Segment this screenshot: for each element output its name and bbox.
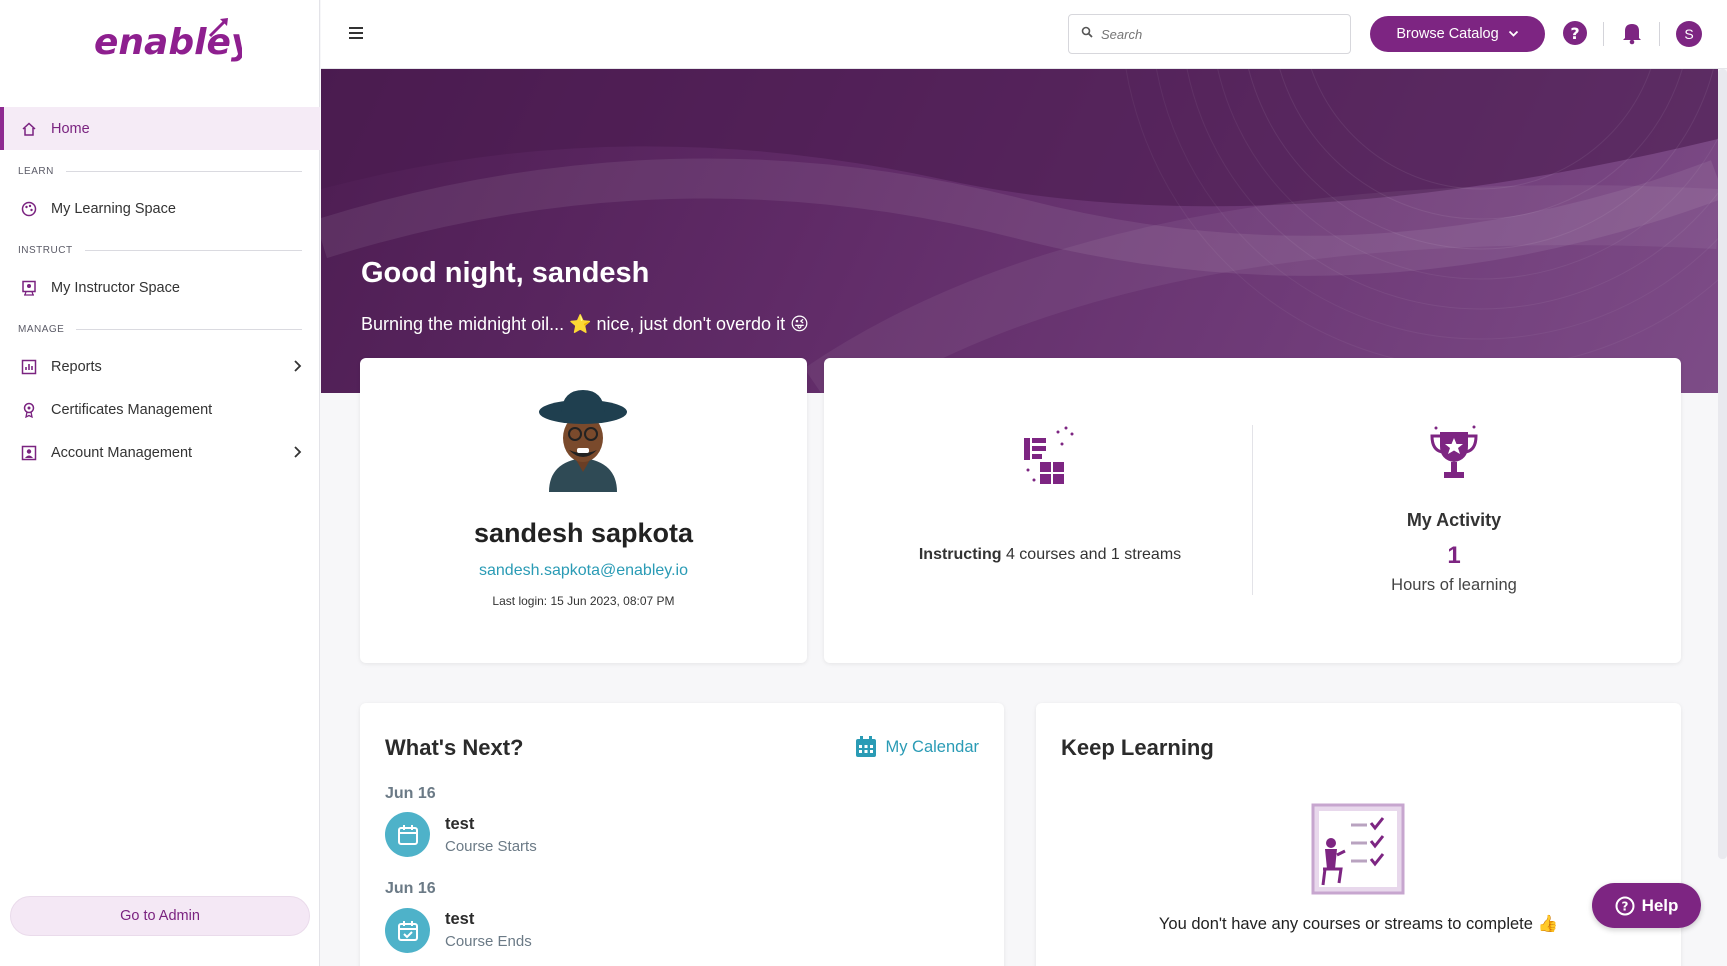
whats-next-card: What's Next? My Calendar Jun 16 test Cou… (360, 703, 1004, 966)
account-icon (20, 444, 38, 462)
sidebar-item-learning-space[interactable]: My Learning Space (0, 187, 320, 230)
hamburger-menu-icon[interactable] (347, 24, 365, 42)
keep-learning-card: Keep Learning You don't have any courses… (1036, 703, 1681, 966)
sidebar-item-certificates[interactable]: Certificates Management (0, 388, 320, 431)
user-avatar-illustration (535, 388, 631, 492)
event-date: Jun 16 (385, 785, 436, 802)
sidebar-item-label: Home (51, 120, 90, 137)
greeting-subtitle: Burning the midnight oil... ⭐ nice, just… (361, 314, 809, 334)
divider (1603, 22, 1604, 46)
whats-next-title: What's Next? (385, 735, 524, 760)
checklist-illustration (1311, 803, 1405, 895)
top-bar: Browse Catalog ? S (321, 0, 1727, 69)
chevron-right-icon (292, 445, 302, 463)
section-label-instruct: INSTRUCT (18, 245, 302, 256)
chevron-down-icon (1508, 30, 1519, 38)
user-avatar[interactable]: S (1676, 21, 1702, 47)
keep-learning-empty-message: You don't have any courses or streams to… (1158, 915, 1559, 933)
bar-chart-icon (20, 358, 38, 376)
svg-text:?: ? (1621, 899, 1628, 913)
sidebar-item-label: Reports (51, 358, 102, 375)
event-name[interactable]: test (445, 910, 474, 929)
divider (1659, 22, 1660, 46)
page-scrollbar[interactable] (1718, 69, 1727, 859)
sidebar: enabley Home LEARN My Learning Space INS… (0, 0, 320, 966)
sidebar-item-reports[interactable]: Reports (0, 345, 320, 388)
search-input[interactable] (1101, 26, 1341, 42)
hours-learning-label: Hours of learning (1391, 576, 1517, 594)
sidebar-item-label: Certificates Management (51, 401, 213, 418)
sidebar-item-label: My Instructor Space (51, 279, 180, 296)
help-button[interactable]: ? Help (1592, 883, 1701, 928)
hours-learning-value: 1 (1447, 542, 1461, 569)
search-box[interactable] (1068, 14, 1351, 54)
profile-card: sandesh sapkota sandesh.sapkota@enabley.… (360, 358, 807, 663)
sidebar-item-home[interactable]: Home (0, 107, 320, 150)
home-icon (20, 120, 38, 138)
calendar-icon (854, 735, 878, 759)
event-type: Course Starts (445, 838, 537, 855)
sidebar-item-label: My Learning Space (51, 200, 176, 217)
browse-catalog-button[interactable]: Browse Catalog (1370, 16, 1545, 52)
certificate-icon (20, 401, 38, 419)
chevron-right-icon (292, 359, 302, 377)
sidebar-item-instructor-space[interactable]: My Instructor Space (0, 266, 320, 309)
greeting-heading: Good night, sandesh (361, 257, 650, 289)
sidebar-item-label: Account Management (51, 444, 193, 461)
help-question-icon[interactable]: ? (1562, 20, 1588, 46)
trophy-icon (1424, 424, 1484, 484)
event-date: Jun 16 (385, 880, 436, 897)
calendar-check-icon (385, 908, 430, 953)
profile-name: sandesh sapkota (473, 518, 694, 548)
section-label-learn: LEARN (18, 166, 302, 177)
svg-text:?: ? (1570, 24, 1579, 43)
my-calendar-link[interactable]: My Calendar (854, 735, 979, 759)
my-activity-title: My Activity (1406, 510, 1502, 530)
go-to-admin-button[interactable]: Go to Admin (10, 896, 310, 936)
help-circle-icon: ? (1615, 896, 1635, 916)
enabley-logo[interactable]: enabley (92, 14, 256, 66)
instructing-blocks-icon (1020, 424, 1080, 484)
keep-learning-title: Keep Learning (1061, 735, 1214, 760)
search-icon (1081, 25, 1093, 43)
section-label-manage: MANAGE (18, 324, 302, 335)
notification-bell-icon[interactable] (1619, 20, 1645, 46)
hero-banner: Good night, sandesh Burning the midnight… (321, 69, 1718, 393)
stats-card: Instructing 4 courses and 1 streams My A… (824, 358, 1681, 663)
instructing-summary: Instructing 4 courses and 1 streams (918, 546, 1182, 563)
calendar-event-icon (385, 812, 430, 857)
instructor-board-icon (20, 279, 38, 297)
sidebar-item-account[interactable]: Account Management (0, 431, 320, 474)
event-name[interactable]: test (445, 815, 474, 834)
last-login-text: Last login: 15 Jun 2023, 08:07 PM (492, 594, 675, 608)
profile-email-link[interactable]: sandesh.sapkota@enabley.io (360, 562, 807, 580)
event-type: Course Ends (445, 933, 532, 950)
palette-icon (20, 200, 38, 218)
hero-wave-pattern (321, 69, 1718, 393)
